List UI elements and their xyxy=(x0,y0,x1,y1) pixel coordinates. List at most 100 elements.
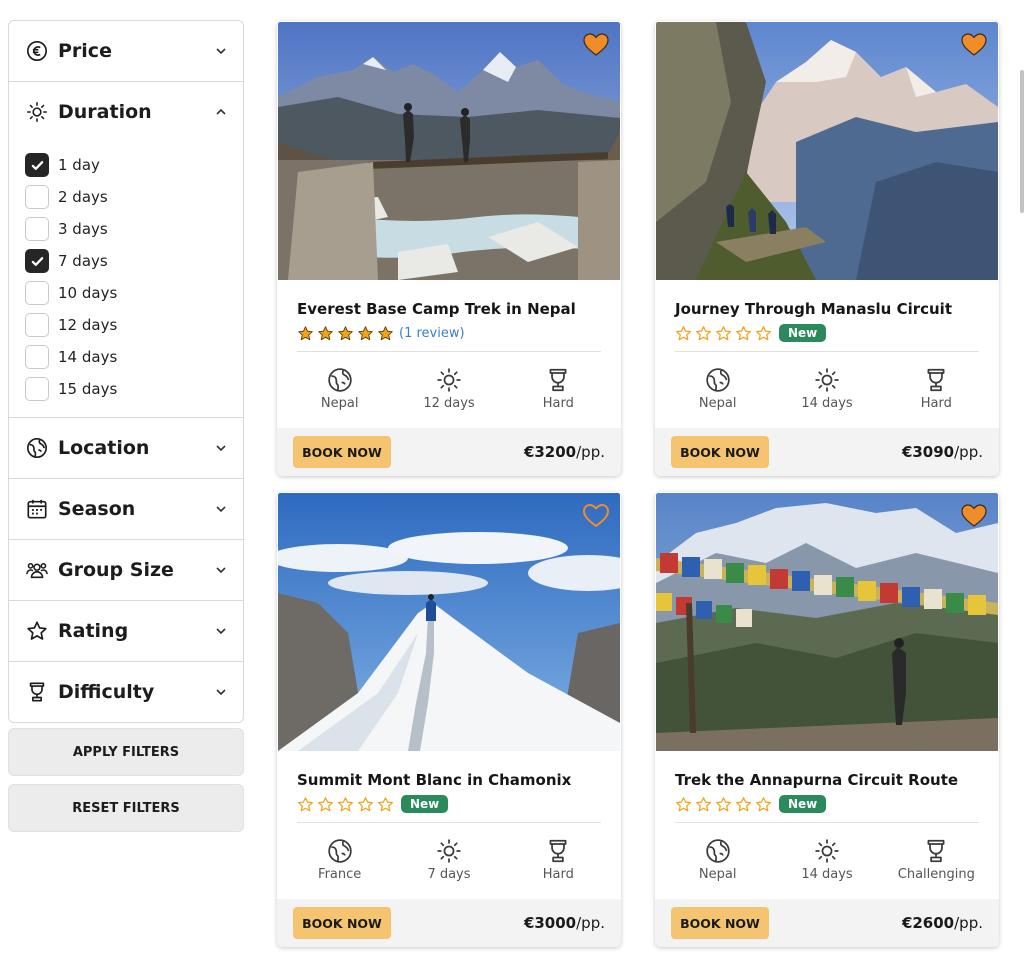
filter-header-price[interactable]: Price xyxy=(9,21,243,81)
checkbox-checked[interactable] xyxy=(25,153,49,177)
reset-filters-button[interactable]: RESET FILTERS xyxy=(8,784,244,832)
book-now-button[interactable]: BOOK NOW xyxy=(293,907,391,939)
filter-section-duration: Duration 1 day 2 days 3 days 7 days 10 d… xyxy=(9,82,243,418)
filter-section-difficulty: Difficulty xyxy=(9,662,243,722)
chevron-down-icon xyxy=(215,442,227,454)
book-now-button[interactable]: BOOK NOW xyxy=(671,907,769,939)
fact-difficulty: Hard xyxy=(882,367,991,411)
filter-header-season[interactable]: Season xyxy=(9,479,243,539)
filter-header-location[interactable]: Location xyxy=(9,418,243,478)
filter-title-difficulty: Difficulty xyxy=(58,681,155,703)
sun-icon xyxy=(26,101,48,123)
new-badge: New xyxy=(401,795,449,813)
card-footer: BOOK NOW €3090/pp. xyxy=(655,428,999,476)
trip-card[interactable]: Summit Mont Blanc in Chamonix New France… xyxy=(277,492,621,947)
price-unit: /pp. xyxy=(576,914,605,932)
duration-option-15-days: 15 days xyxy=(25,373,243,405)
fact-duration: 14 days xyxy=(772,367,881,411)
checkbox[interactable] xyxy=(25,377,49,401)
trip-price: €2600/pp. xyxy=(902,914,983,932)
fact-difficulty-label: Hard xyxy=(542,396,574,411)
sun-icon xyxy=(436,367,462,393)
duration-option-7-days: 7 days xyxy=(25,245,243,277)
euro-icon xyxy=(26,40,48,62)
trophy-icon xyxy=(923,838,949,864)
star-outline-icon xyxy=(337,796,354,813)
checkbox[interactable] xyxy=(25,313,49,337)
checkbox[interactable] xyxy=(25,345,49,369)
chevron-down-icon xyxy=(215,564,227,576)
star-outline-icon xyxy=(755,325,772,342)
trophy-icon xyxy=(26,681,48,703)
checkbox[interactable] xyxy=(25,217,49,241)
filter-title-group-size: Group Size xyxy=(58,559,174,581)
fact-location-label: France xyxy=(318,867,362,882)
chevron-up-icon xyxy=(215,106,227,118)
filters-panel: Price Duration 1 day 2 days 3 days 7 day… xyxy=(8,20,244,723)
trip-rating: (1 review) xyxy=(297,323,601,343)
trip-price: €3090/pp. xyxy=(902,443,983,461)
star-outline-icon xyxy=(357,796,374,813)
duration-options: 1 day 2 days 3 days 7 days 10 days 12 da… xyxy=(9,142,243,417)
fact-location: France xyxy=(285,838,394,882)
divider xyxy=(675,351,979,352)
mountain-trail-photo xyxy=(656,22,998,280)
trip-rating: New xyxy=(675,323,979,343)
price-unit: /pp. xyxy=(954,443,983,461)
star-outline-icon xyxy=(755,796,772,813)
checkbox-checked[interactable] xyxy=(25,249,49,273)
trip-title: Journey Through Manaslu Circuit xyxy=(675,300,952,318)
filter-title-rating: Rating xyxy=(58,620,129,642)
star-icon xyxy=(26,620,48,642)
trip-facts: Nepal 12 days Hard xyxy=(277,367,621,411)
checkbox[interactable] xyxy=(25,185,49,209)
fact-location: Nepal xyxy=(285,367,394,411)
star-outline-icon xyxy=(695,796,712,813)
filter-header-duration[interactable]: Duration xyxy=(9,82,243,142)
heart-icon[interactable] xyxy=(582,31,610,57)
apply-filters-button[interactable]: APPLY FILTERS xyxy=(8,728,244,776)
price-unit: /pp. xyxy=(954,914,983,932)
filter-header-group-size[interactable]: Group Size xyxy=(9,540,243,600)
calendar-icon xyxy=(26,498,48,520)
fact-location: Nepal xyxy=(663,838,772,882)
trip-price: €3200/pp. xyxy=(524,443,605,461)
trip-card[interactable]: Trek the Annapurna Circuit Route New Nep… xyxy=(655,492,999,947)
group-icon xyxy=(26,559,48,581)
chevron-down-icon xyxy=(215,686,227,698)
fact-location-label: Nepal xyxy=(698,867,737,882)
price-amount: €3200 xyxy=(523,443,577,461)
filter-header-rating[interactable]: Rating xyxy=(9,601,243,661)
price-amount: €3090 xyxy=(901,443,955,461)
filter-section-group-size: Group Size xyxy=(9,540,243,601)
fact-difficulty: Hard xyxy=(504,367,613,411)
option-label: 2 days xyxy=(58,188,108,206)
scrollbar[interactable] xyxy=(1020,70,1024,213)
heart-icon[interactable] xyxy=(960,31,988,57)
review-count-link[interactable]: (1 review) xyxy=(399,326,465,341)
option-label: 15 days xyxy=(58,380,118,398)
fact-duration: 12 days xyxy=(394,367,503,411)
filter-header-difficulty[interactable]: Difficulty xyxy=(9,662,243,722)
trip-card[interactable]: Everest Base Camp Trek in Nepal (1 revie… xyxy=(277,21,621,476)
fact-difficulty-label: Hard xyxy=(920,396,952,411)
price-amount: €2600 xyxy=(901,914,955,932)
trophy-icon xyxy=(545,838,571,864)
star-filled-icon xyxy=(297,325,314,342)
fact-difficulty-label: Challenging xyxy=(897,867,975,882)
globe-icon xyxy=(705,367,731,393)
duration-option-14-days: 14 days xyxy=(25,341,243,373)
book-now-button[interactable]: BOOK NOW xyxy=(293,436,391,468)
trip-card[interactable]: Journey Through Manaslu Circuit New Nepa… xyxy=(655,21,999,476)
option-label: 14 days xyxy=(58,348,118,366)
option-label: 1 day xyxy=(58,156,100,174)
price-unit: /pp. xyxy=(576,443,605,461)
trip-facts: Nepal 14 days Challenging xyxy=(655,838,999,882)
book-now-button[interactable]: BOOK NOW xyxy=(671,436,769,468)
trip-info: Summit Mont Blanc in Chamonix New France… xyxy=(297,771,601,882)
duration-option-3-days: 3 days xyxy=(25,213,243,245)
heart-icon[interactable] xyxy=(960,502,988,528)
heart-icon[interactable] xyxy=(582,502,610,528)
star-outline-icon xyxy=(377,796,394,813)
checkbox[interactable] xyxy=(25,281,49,305)
